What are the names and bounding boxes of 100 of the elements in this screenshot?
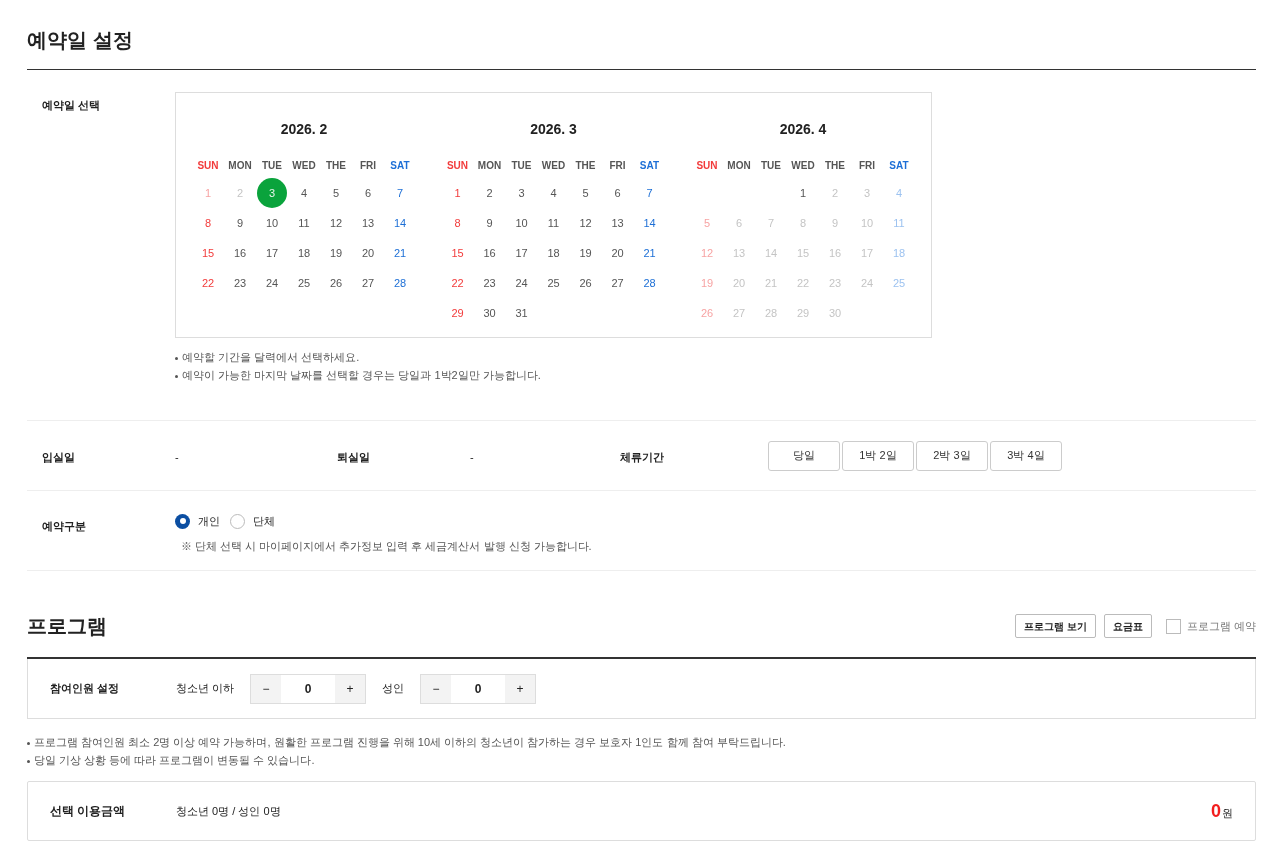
calendar-day[interactable]: 21 (634, 238, 665, 268)
total-amount: 0 (1211, 799, 1221, 823)
weekday-label: THE (326, 159, 346, 173)
calendar-day[interactable]: 19 (570, 238, 601, 268)
calendar-day[interactable]: 27 (602, 268, 633, 298)
calendar-day[interactable]: 11 (289, 208, 319, 238)
field-label: 예약일 선택 (42, 99, 101, 111)
calendar-day[interactable]: 9 (474, 208, 505, 238)
month-title: 2026. 2 (279, 120, 329, 139)
calendar-day[interactable]: 15 (442, 238, 473, 268)
radio-button[interactable] (175, 513, 190, 529)
calendar-day[interactable]: 13 (353, 208, 383, 238)
checkout-value: - (470, 450, 474, 463)
section-title: 프로그램 (27, 614, 107, 639)
calendar-day[interactable]: 26 (321, 268, 351, 298)
increment-button[interactable]: + (505, 674, 536, 703)
calendar-day[interactable]: 22 (193, 268, 223, 298)
calendar-day[interactable]: 20 (353, 238, 383, 268)
weekday-label: TUE (262, 159, 282, 173)
calendar-day[interactable]: 26 (570, 268, 601, 298)
month-title: 2026. 3 (529, 120, 578, 139)
calendar-day[interactable]: 6 (353, 178, 383, 208)
calendar-day[interactable]: 3 (506, 178, 537, 208)
calendar-day[interactable]: 17 (506, 238, 537, 268)
program-button[interactable]: 요금표 (1103, 614, 1152, 638)
stay-option-button[interactable]: 당일 (768, 440, 840, 471)
weekday-label: MON (727, 159, 751, 173)
calendar-day[interactable]: 30 (474, 298, 505, 328)
program-button[interactable]: 프로그램 보기 (1015, 614, 1096, 638)
calendar-day[interactable]: 2 (474, 178, 505, 208)
calendar-day[interactable]: 10 (257, 208, 287, 238)
calendar-day[interactable]: 4 (289, 178, 319, 208)
weekday-label: SAT (889, 159, 909, 173)
calendar-day[interactable]: 14 (385, 208, 415, 238)
checkin-value: - (175, 450, 179, 463)
calendar-day[interactable]: 24 (257, 268, 287, 298)
calendar-day[interactable]: 8 (442, 208, 473, 238)
calendar-day[interactable]: 22 (442, 268, 473, 298)
weekday-label: SAT (639, 159, 660, 173)
weekday-label: SAT (390, 159, 410, 173)
calendar-day[interactable]: 14 (634, 208, 665, 238)
calendar-day[interactable]: 18 (289, 238, 319, 268)
calendar-day[interactable]: 13 (602, 208, 633, 238)
decrement-button[interactable]: − (251, 674, 282, 703)
stay-option-button[interactable]: 1박 2일 (842, 440, 914, 471)
weekday-label: TUE (761, 159, 781, 173)
weekday-label: FRI (858, 159, 876, 173)
field-label: 퇴실일 (337, 450, 370, 463)
weekday-label: SUN (446, 159, 469, 173)
calendar-day[interactable]: 27 (353, 268, 383, 298)
calendar-day[interactable]: 16 (225, 238, 255, 268)
calendar-day[interactable]: 20 (602, 238, 633, 268)
calendar-day[interactable]: 18 (538, 238, 569, 268)
calendar-day[interactable]: 7 (385, 178, 415, 208)
radio-button[interactable] (230, 513, 245, 529)
calendar-day[interactable]: 8 (193, 208, 223, 238)
radio-label: 단체 (253, 514, 275, 529)
calendar-day[interactable]: 5 (321, 178, 351, 208)
calendar-day[interactable]: 29 (442, 298, 473, 328)
stay-option-button[interactable]: 2박 3일 (916, 440, 988, 471)
section-title: 예약일 설정 (27, 28, 134, 53)
note-text: ※ 단체 선택 시 마이페이지에서 추가정보 입력 후 세금계산서 발행 신청 가능합니다. (180, 538, 592, 554)
calendar-day[interactable]: 1 (788, 178, 818, 208)
calendar-day[interactable]: 19 (321, 238, 351, 268)
weekday-label: WED (541, 159, 566, 173)
field-label: 참여인원 설정 (50, 681, 121, 697)
increment-button[interactable]: + (335, 674, 366, 703)
checkbox[interactable] (1165, 618, 1181, 634)
note-text: 예약할 기간을 달력에서 선택하세요. (182, 350, 360, 365)
calendar-day[interactable]: 25 (538, 268, 569, 298)
calendar-day[interactable]: 4 (538, 178, 569, 208)
calendar-day[interactable]: 12 (570, 208, 601, 238)
calendar-day[interactable]: 23 (225, 268, 255, 298)
note-text: 예약이 가능한 마지막 날짜를 선택할 경우는 당일과 1박2일만 가능합니다. (182, 368, 541, 383)
field-label: 입실일 (42, 450, 75, 463)
calendar-day[interactable]: 15 (193, 238, 223, 268)
counter-value[interactable]: 0 (451, 674, 506, 703)
calendar-day[interactable]: 31 (506, 298, 537, 328)
calendar-day[interactable]: 24 (506, 268, 537, 298)
calendar-day[interactable]: 5 (570, 178, 601, 208)
calendar-day[interactable]: 28 (634, 268, 665, 298)
calendar-day[interactable]: 9 (225, 208, 255, 238)
calendar-day[interactable]: 23 (474, 268, 505, 298)
calendar-day[interactable]: 17 (257, 238, 287, 268)
calendar-day[interactable]: 21 (385, 238, 415, 268)
calendar-day[interactable]: 28 (385, 268, 415, 298)
calendar-day[interactable]: 16 (474, 238, 505, 268)
calendar-day[interactable]: 10 (506, 208, 537, 238)
calendar-day[interactable]: 25 (289, 268, 319, 298)
calendar-day[interactable]: 11 (538, 208, 569, 238)
weekday-label: THE (825, 159, 845, 173)
stay-option-button[interactable]: 3박 4일 (990, 440, 1062, 471)
decrement-button[interactable]: − (421, 674, 452, 703)
field-label: 체류기간 (620, 450, 664, 463)
calendar-day[interactable]: 12 (321, 208, 351, 238)
counter-label: 성인 (382, 681, 405, 697)
calendar-day[interactable]: 6 (602, 178, 633, 208)
calendar-day[interactable]: 7 (634, 178, 665, 208)
counter-value[interactable]: 0 (281, 674, 336, 703)
calendar-day[interactable]: 1 (442, 178, 473, 208)
